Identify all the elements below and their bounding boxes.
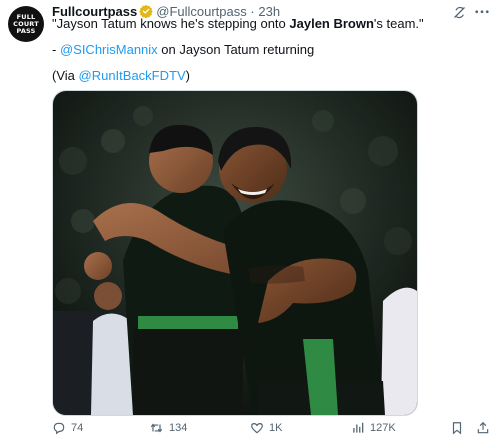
retweet-icon	[149, 421, 164, 435]
quote-open-text: "Jayson Tatum knows he's stepping onto	[52, 16, 290, 31]
via-close: )	[185, 68, 190, 83]
credit-suffix: on Jayson Tatum returning	[157, 42, 315, 57]
action-bar: 74 134 1K 127K	[52, 421, 492, 439]
bookmark-button[interactable]	[450, 421, 464, 435]
avatar-line-3: PASS	[16, 26, 36, 35]
like-icon	[250, 421, 264, 435]
avatar[interactable]: FULL COURT PASS	[8, 6, 44, 42]
more-icon[interactable]	[473, 3, 491, 24]
repost-count: 134	[169, 422, 188, 434]
credit-line: - @SIChrisMannix on Jayson Tatum returni…	[52, 42, 314, 58]
views-count: 127K	[370, 422, 396, 434]
quote-bold-name: Jaylen Brown	[289, 16, 374, 31]
share-button[interactable]	[476, 421, 490, 435]
tweet-photo[interactable]	[52, 90, 418, 416]
bookmark-icon	[450, 421, 464, 435]
grok-icon[interactable]	[452, 5, 467, 25]
via-line: (Via @RunItBackFDTV)	[52, 68, 190, 84]
views-icon	[351, 421, 365, 435]
repost-button[interactable]: 134	[149, 421, 187, 435]
like-count: 1K	[269, 422, 283, 434]
credit-prefix: -	[52, 42, 60, 57]
reply-icon	[52, 421, 66, 435]
credit-mention-link[interactable]: @SIChrisMannix	[60, 42, 158, 57]
reply-count: 74	[71, 422, 84, 434]
quote-line: "Jayson Tatum knows he's stepping onto J…	[52, 16, 424, 32]
via-mention-link[interactable]: @RunItBackFDTV	[79, 68, 186, 83]
quote-close-text: 's team."	[373, 16, 424, 31]
reply-button[interactable]: 74	[52, 421, 83, 435]
via-open: (Via	[52, 68, 79, 83]
views-button[interactable]: 127K	[351, 421, 396, 435]
like-button[interactable]: 1K	[250, 421, 282, 435]
photo-illustration	[53, 91, 417, 415]
share-icon	[476, 421, 490, 435]
